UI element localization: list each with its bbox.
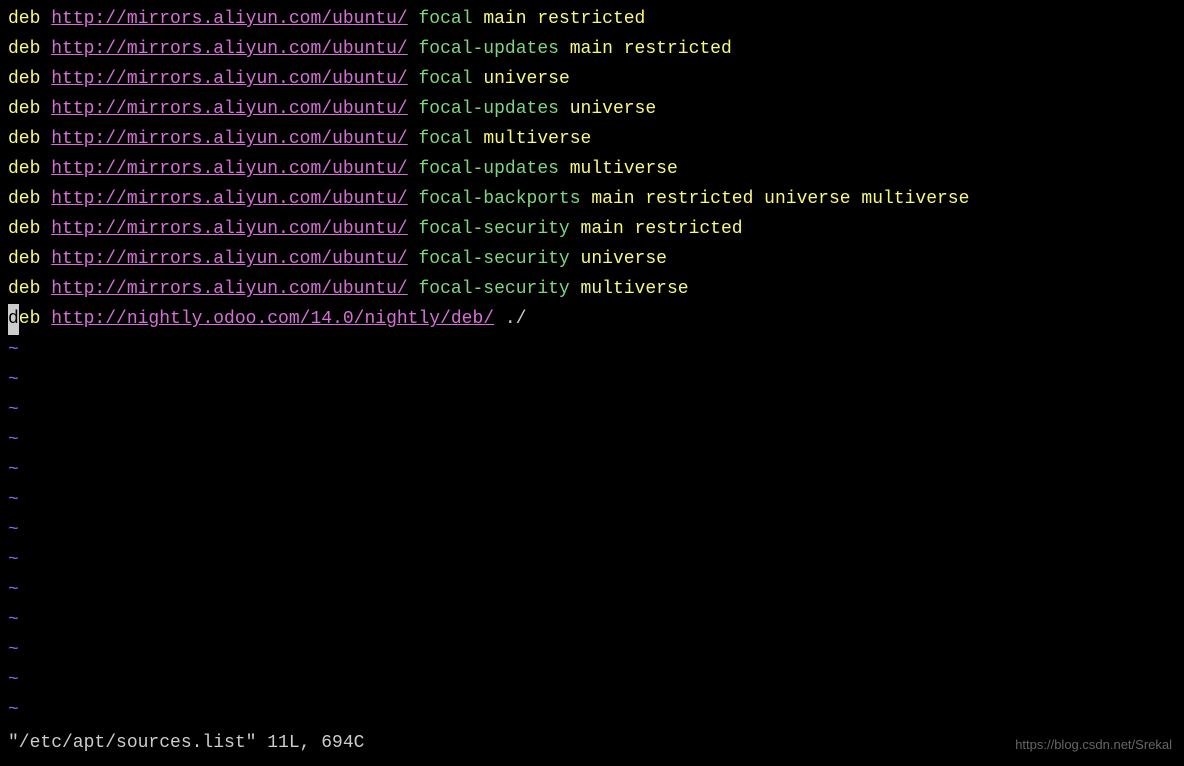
source-line[interactable]: deb http://mirrors.aliyun.com/ubuntu/ fo… <box>8 214 1176 244</box>
suite-name: focal-security <box>419 219 570 239</box>
components: universe <box>581 249 667 269</box>
suite-name: focal-updates <box>419 99 559 119</box>
source-line[interactable]: deb http://nightly.odoo.com/14.0/nightly… <box>8 304 1176 334</box>
deb-keyword: eb <box>19 309 41 329</box>
empty-line-tilde: ~ <box>8 575 1176 605</box>
deb-keyword: deb <box>8 219 40 239</box>
source-line[interactable]: deb http://mirrors.aliyun.com/ubuntu/ fo… <box>8 154 1176 184</box>
source-line[interactable]: deb http://mirrors.aliyun.com/ubuntu/ fo… <box>8 274 1176 304</box>
deb-keyword: deb <box>8 69 40 89</box>
suite-name: focal-updates <box>419 159 559 179</box>
suite-name: focal <box>419 129 473 149</box>
empty-line-tilde: ~ <box>8 425 1176 455</box>
suite-name: focal-backports <box>419 189 581 209</box>
editor-content[interactable]: deb http://mirrors.aliyun.com/ubuntu/ fo… <box>8 4 1176 725</box>
repo-url: http://mirrors.aliyun.com/ubuntu/ <box>51 69 407 89</box>
suite-name: ./ <box>505 309 527 329</box>
repo-url: http://mirrors.aliyun.com/ubuntu/ <box>51 219 407 239</box>
repo-url: http://mirrors.aliyun.com/ubuntu/ <box>51 99 407 119</box>
repo-url: http://mirrors.aliyun.com/ubuntu/ <box>51 9 407 29</box>
source-line[interactable]: deb http://mirrors.aliyun.com/ubuntu/ fo… <box>8 124 1176 154</box>
empty-line-tilde: ~ <box>8 545 1176 575</box>
deb-keyword: deb <box>8 99 40 119</box>
empty-line-tilde: ~ <box>8 485 1176 515</box>
components: multiverse <box>570 159 678 179</box>
source-line[interactable]: deb http://mirrors.aliyun.com/ubuntu/ fo… <box>8 244 1176 274</box>
suite-name: focal-updates <box>419 39 559 59</box>
empty-line-tilde: ~ <box>8 635 1176 665</box>
components: main restricted universe multiverse <box>591 189 969 209</box>
components: main restricted <box>581 219 743 239</box>
repo-url: http://mirrors.aliyun.com/ubuntu/ <box>51 249 407 269</box>
empty-line-tilde: ~ <box>8 605 1176 635</box>
deb-keyword: deb <box>8 39 40 59</box>
empty-line-tilde: ~ <box>8 665 1176 695</box>
source-line[interactable]: deb http://mirrors.aliyun.com/ubuntu/ fo… <box>8 64 1176 94</box>
components: universe <box>570 99 656 119</box>
suite-name: focal-security <box>419 249 570 269</box>
deb-keyword: deb <box>8 129 40 149</box>
empty-line-tilde: ~ <box>8 365 1176 395</box>
repo-url: http://mirrors.aliyun.com/ubuntu/ <box>51 39 407 59</box>
repo-url: http://nightly.odoo.com/14.0/nightly/deb… <box>51 309 494 329</box>
source-line[interactable]: deb http://mirrors.aliyun.com/ubuntu/ fo… <box>8 4 1176 34</box>
empty-line-tilde: ~ <box>8 695 1176 725</box>
repo-url: http://mirrors.aliyun.com/ubuntu/ <box>51 279 407 299</box>
components: universe <box>483 69 569 89</box>
empty-line-tilde: ~ <box>8 515 1176 545</box>
deb-keyword: deb <box>8 279 40 299</box>
suite-name: focal-security <box>419 279 570 299</box>
suite-name: focal <box>419 69 473 89</box>
source-line[interactable]: deb http://mirrors.aliyun.com/ubuntu/ fo… <box>8 184 1176 214</box>
components: multiverse <box>483 129 591 149</box>
components: multiverse <box>581 279 689 299</box>
deb-keyword: deb <box>8 249 40 269</box>
empty-line-tilde: ~ <box>8 335 1176 365</box>
repo-url: http://mirrors.aliyun.com/ubuntu/ <box>51 159 407 179</box>
watermark: https://blog.csdn.net/Srekal <box>1015 734 1172 756</box>
source-line[interactable]: deb http://mirrors.aliyun.com/ubuntu/ fo… <box>8 94 1176 124</box>
deb-keyword: deb <box>8 159 40 179</box>
empty-line-tilde: ~ <box>8 395 1176 425</box>
components: main restricted <box>570 39 732 59</box>
source-line[interactable]: deb http://mirrors.aliyun.com/ubuntu/ fo… <box>8 34 1176 64</box>
deb-keyword: deb <box>8 189 40 209</box>
suite-name: focal <box>419 9 473 29</box>
components: main restricted <box>483 9 645 29</box>
status-bar: "/etc/apt/sources.list" 11L, 694C <box>8 728 364 758</box>
deb-keyword: deb <box>8 9 40 29</box>
empty-line-tilde: ~ <box>8 455 1176 485</box>
cursor: d <box>8 304 19 334</box>
repo-url: http://mirrors.aliyun.com/ubuntu/ <box>51 189 407 209</box>
repo-url: http://mirrors.aliyun.com/ubuntu/ <box>51 129 407 149</box>
